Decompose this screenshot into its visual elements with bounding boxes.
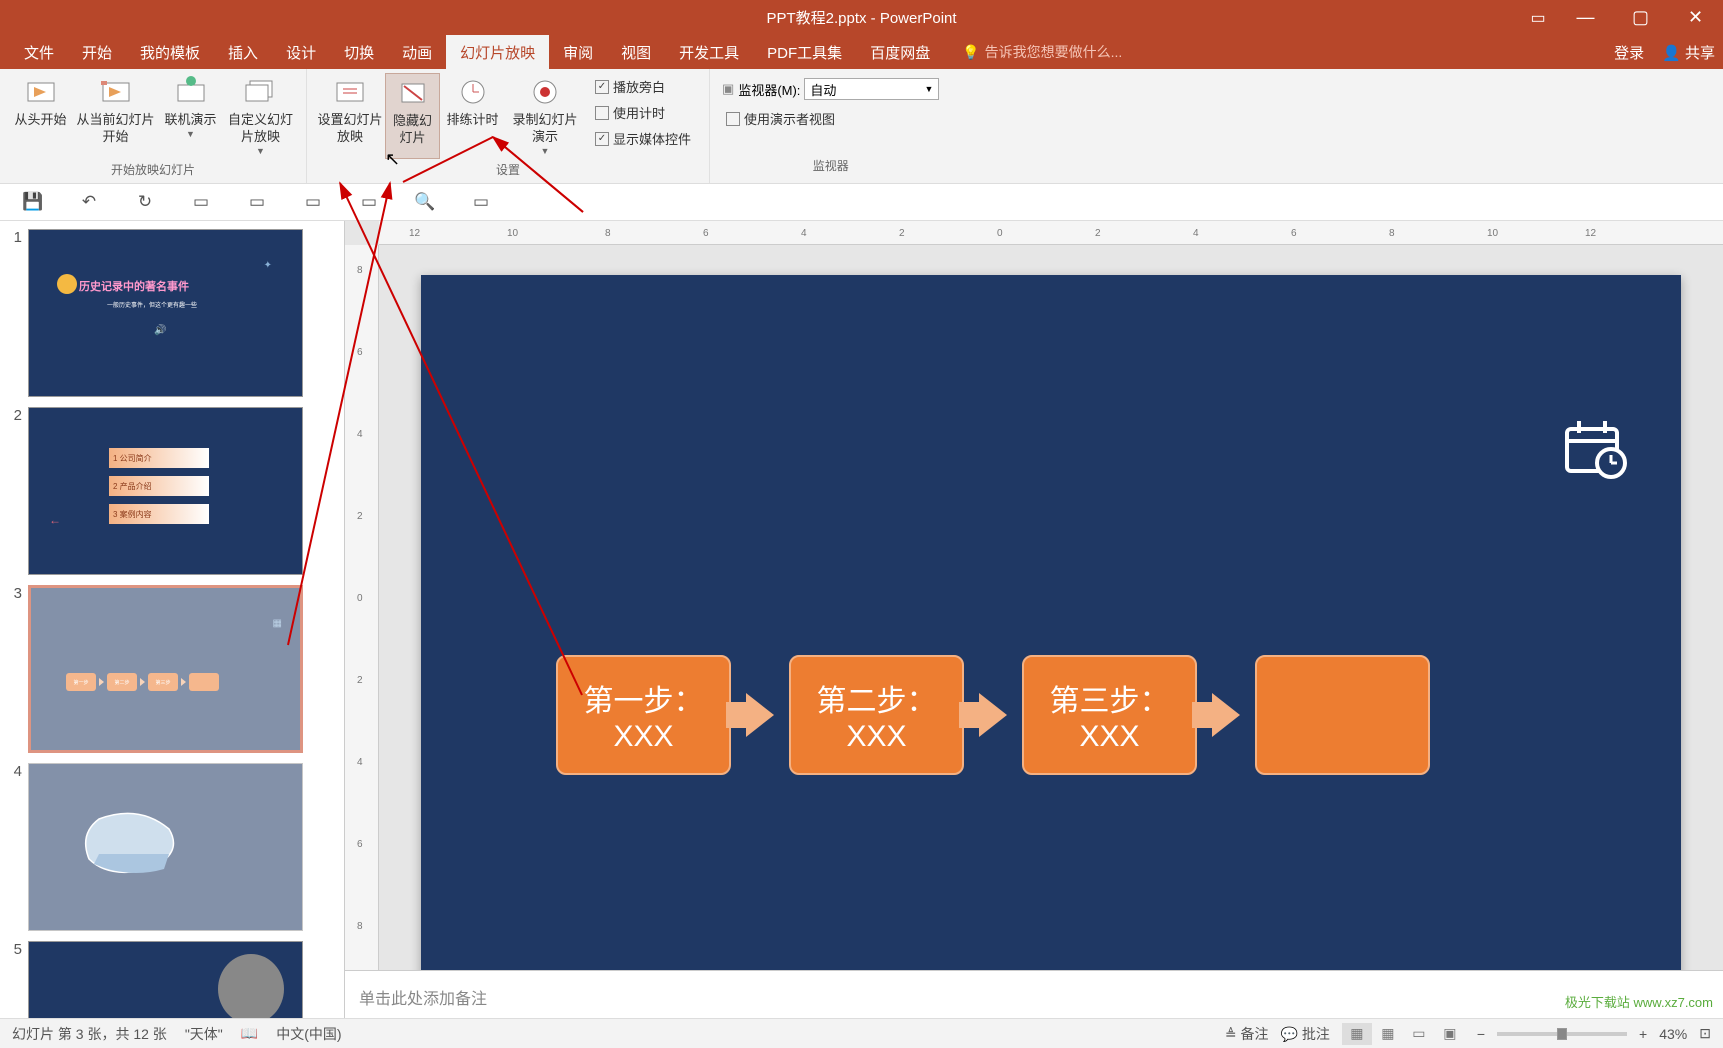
step-box-1[interactable]: 第一步：XXX xyxy=(556,655,731,775)
tab-transitions[interactable]: 切换 xyxy=(330,35,388,69)
record-slideshow-icon xyxy=(528,75,562,109)
qat-btn-4[interactable]: ▭ xyxy=(188,192,214,212)
ribbon-options-icon[interactable]: ▭ xyxy=(1518,8,1558,28)
group-label-monitor: 监视器 xyxy=(813,157,849,174)
thumb-number: 1 xyxy=(10,229,28,397)
zoom-in-button[interactable]: + xyxy=(1639,1026,1647,1042)
slideshow-view-button[interactable]: ▣ xyxy=(1435,1023,1465,1045)
rehearse-timings-button[interactable]: 排练计时 xyxy=(440,73,505,159)
slide-canvas[interactable]: 第一步：XXX 第二步：XXX 第三步：XXX xyxy=(421,275,1681,970)
zoom-out-button[interactable]: − xyxy=(1477,1026,1485,1042)
share-button[interactable]: 👤 共享 xyxy=(1662,42,1715,63)
rehearse-timings-icon xyxy=(456,75,490,109)
redo-icon[interactable]: ↻ xyxy=(132,192,158,212)
step-box-3[interactable]: 第三步：XXX xyxy=(1022,655,1197,775)
record-slideshow-button[interactable]: 录制幻灯片演示▼ xyxy=(505,73,585,159)
from-current-button[interactable]: 从当前幻灯片开始 xyxy=(73,73,158,159)
arrow-icon xyxy=(1212,693,1240,737)
cursor-icon: ↖ xyxy=(385,149,400,170)
setup-slideshow-button[interactable]: 设置幻灯片放映 xyxy=(315,73,385,159)
step-box-2[interactable]: 第二步：XXX xyxy=(789,655,964,775)
fit-to-window-button[interactable]: ⊡ xyxy=(1699,1025,1711,1042)
calendar-clock-icon xyxy=(1561,415,1631,485)
custom-slideshow-icon xyxy=(244,75,278,109)
monitor-select[interactable]: 自动▼ xyxy=(804,78,939,100)
slide-thumbnail-3[interactable]: ▦ 第一步 第二步 第三步 xyxy=(28,585,303,753)
from-current-icon xyxy=(99,75,133,109)
maximize-button[interactable]: ▢ xyxy=(1613,0,1668,35)
play-narration-checkbox[interactable]: ✓播放旁白 xyxy=(591,75,695,98)
present-online-button[interactable]: 联机演示▼ xyxy=(158,73,223,159)
normal-view-button[interactable]: ▦ xyxy=(1342,1023,1372,1045)
login-link[interactable]: 登录 xyxy=(1614,42,1644,63)
qat-btn-9[interactable]: ▭ xyxy=(468,192,494,212)
thumb-number: 4 xyxy=(10,763,28,931)
watermark: 极光下载站 www.xz7.com xyxy=(1565,992,1713,1011)
use-timings-checkbox[interactable]: 使用计时 xyxy=(591,101,695,124)
tab-animations[interactable]: 动画 xyxy=(388,35,446,69)
hide-slide-button[interactable]: 隐藏幻灯片 xyxy=(385,73,440,159)
show-media-controls-checkbox[interactable]: ✓显示媒体控件 xyxy=(591,127,695,150)
group-label-setup: 设置 xyxy=(496,161,520,178)
arrow-icon xyxy=(979,693,1007,737)
tab-insert[interactable]: 插入 xyxy=(214,35,272,69)
window-title: PPT教程2.pptx - PowerPoint xyxy=(766,7,956,28)
custom-slideshow-button[interactable]: 自定义幻灯片放映▼ xyxy=(223,73,298,159)
zoom-slider[interactable] xyxy=(1497,1032,1627,1036)
tellme-input[interactable]: 💡告诉我您想要做什么... xyxy=(962,35,1122,69)
slide-thumbnail-panel[interactable]: 1 历史记录中的著名事件 一般历史事件，但这个更有趣一些 ✦ 🔊 2 1 公司简… xyxy=(0,221,345,1018)
from-beginning-icon xyxy=(24,75,58,109)
step-box-4[interactable] xyxy=(1255,655,1430,775)
monitor-label: 监视器(M): xyxy=(738,80,800,99)
notes-pane[interactable]: 单击此处添加备注 xyxy=(345,970,1723,1018)
qat-btn-8[interactable]: 🔍 xyxy=(412,192,438,212)
slide-thumbnail-4[interactable] xyxy=(28,763,303,931)
thumb-number: 5 xyxy=(10,941,28,1018)
thumb-number: 3 xyxy=(10,585,28,753)
tab-devtools[interactable]: 开发工具 xyxy=(665,35,753,69)
qat-btn-6[interactable]: ▭ xyxy=(300,192,326,212)
horizontal-ruler[interactable]: 12108642024681012 xyxy=(379,221,1723,245)
group-label-start: 开始放映幻灯片 xyxy=(111,161,195,178)
qat-btn-5[interactable]: ▭ xyxy=(244,192,270,212)
slide-thumbnail-2[interactable]: 1 公司简介 2 产品介绍 3 案例内容 ← xyxy=(28,407,303,575)
thumb-number: 2 xyxy=(10,407,28,575)
arrow-icon xyxy=(746,693,774,737)
qat-btn-7[interactable]: ▭ xyxy=(356,192,382,212)
tab-baidu[interactable]: 百度网盘 xyxy=(856,35,944,69)
hide-slide-icon xyxy=(396,76,430,110)
sorter-view-button[interactable]: ▦ xyxy=(1373,1023,1403,1045)
setup-slideshow-icon xyxy=(333,75,367,109)
tab-file[interactable]: 文件 xyxy=(10,35,68,69)
tab-view[interactable]: 视图 xyxy=(607,35,665,69)
tab-mytemplates[interactable]: 我的模板 xyxy=(126,35,214,69)
tab-slideshow[interactable]: 幻灯片放映 xyxy=(446,35,549,69)
from-beginning-button[interactable]: 从头开始 xyxy=(8,73,73,159)
reading-view-button[interactable]: ▭ xyxy=(1404,1023,1434,1045)
vertical-ruler[interactable]: 864202468 xyxy=(345,245,379,970)
tab-design[interactable]: 设计 xyxy=(272,35,330,69)
presenter-view-checkbox[interactable]: 使用演示者视图 xyxy=(722,107,939,130)
tab-pdftools[interactable]: PDF工具集 xyxy=(753,35,856,69)
minimize-button[interactable]: — xyxy=(1558,0,1613,35)
tab-review[interactable]: 审阅 xyxy=(549,35,607,69)
save-icon[interactable]: 💾 xyxy=(20,192,46,212)
zoom-level[interactable]: 43% xyxy=(1659,1026,1687,1042)
present-online-icon xyxy=(174,75,208,109)
tab-home[interactable]: 开始 xyxy=(68,35,126,69)
slide-thumbnail-1[interactable]: 历史记录中的著名事件 一般历史事件，但这个更有趣一些 ✦ 🔊 xyxy=(28,229,303,397)
undo-icon[interactable]: ↶ xyxy=(76,192,102,212)
close-button[interactable]: ✕ xyxy=(1668,0,1723,35)
slide-thumbnail-5[interactable] xyxy=(28,941,303,1018)
